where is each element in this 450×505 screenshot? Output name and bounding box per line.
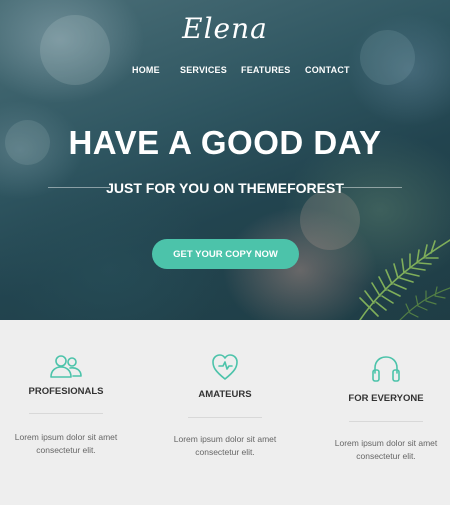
hero-section: Elena HOME SERVICES FEATURES CONTACT HAV… — [0, 0, 450, 320]
headphones-icon — [372, 356, 400, 382]
feature-description: Lorem ipsum dolor sit amet consectetur e… — [0, 431, 141, 456]
hero-subheadline: JUST FOR YOU ON THEMEFOREST — [106, 180, 344, 196]
feature-description: Lorem ipsum dolor sit amet consectetur e… — [150, 433, 300, 458]
nav-item-home[interactable]: HOME — [132, 65, 160, 75]
feature-divider — [349, 421, 423, 422]
nav-item-services[interactable]: SERVICES — [180, 65, 227, 75]
get-copy-button[interactable]: GET YOUR COPY NOW — [152, 239, 299, 269]
heart-icon — [212, 354, 238, 380]
feature-divider — [188, 417, 262, 418]
feature-description: Lorem ipsum dolor sit amet consectetur e… — [311, 437, 450, 462]
features-section: PROFESIONALS Lorem ipsum dolor sit amet … — [0, 320, 450, 505]
hero-headline: HAVE A GOOD DAY — [68, 124, 382, 161]
feature-description-line: Lorem ipsum dolor sit amet — [173, 434, 277, 444]
brand-logo[interactable]: Elena — [0, 12, 450, 45]
nav-item-features[interactable]: FEATURES — [241, 65, 290, 75]
pine-branch-image — [359, 239, 450, 320]
users-icon — [50, 355, 82, 378]
feature-divider — [29, 413, 103, 414]
feature-title: AMATEURS — [198, 389, 252, 400]
feature-description-line: Lorem ipsum dolor sit amet — [14, 432, 118, 442]
feature-description-line: Lorem ipsum dolor sit amet — [334, 438, 438, 448]
feature-title: PROFESIONALS — [28, 386, 104, 397]
feature-description-line: consectetur elit. — [195, 446, 255, 457]
nav-item-contact[interactable]: CONTACT — [305, 65, 350, 75]
feature-description-line: consectetur elit. — [356, 450, 416, 461]
feature-description-line: consectetur elit. — [36, 444, 96, 455]
feature-title: FOR EVERYONE — [348, 393, 424, 404]
